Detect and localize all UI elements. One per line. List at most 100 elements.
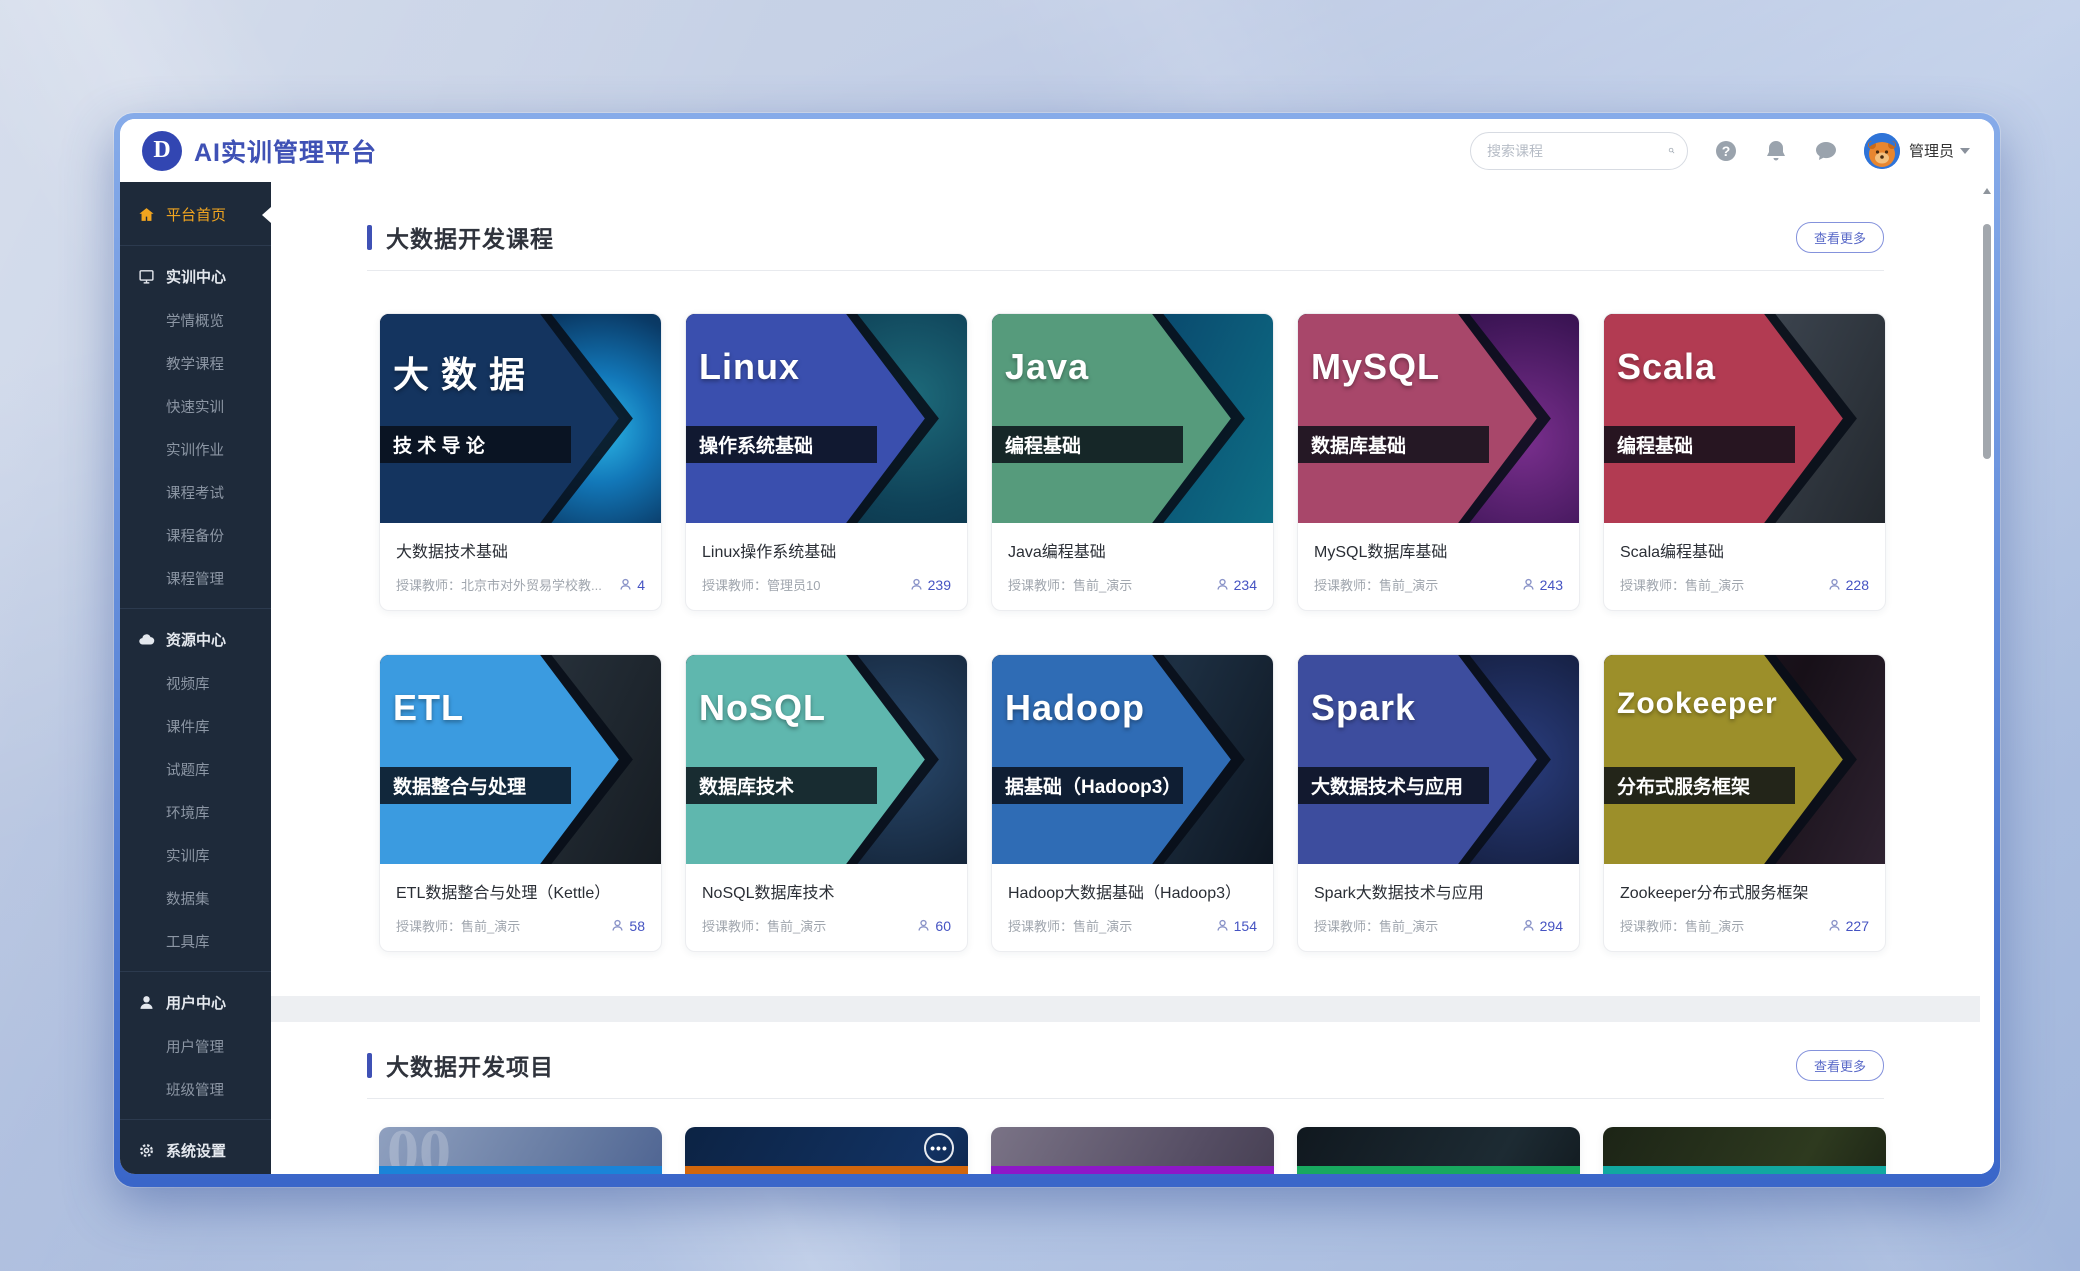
sidebar-item-jiaoxue[interactable]: 教学课程	[120, 342, 271, 385]
project-card[interactable]: 00 大数据开发案例	[379, 1127, 662, 1174]
course-cover-image: Linux 操作系统基础	[686, 314, 967, 523]
sidebar-item-huanjingku[interactable]: 环境库	[120, 791, 271, 834]
search-box[interactable]	[1470, 132, 1688, 170]
course-teacher: 授课教师：管理员10	[702, 575, 903, 594]
scroll-up-arrow-icon[interactable]	[1983, 188, 1991, 194]
cover-title: Zookeeper	[1617, 687, 1778, 721]
sidebar-group-resource-center[interactable]: 资源中心	[120, 617, 271, 662]
sidebar-item-kejianku[interactable]: 课件库	[120, 705, 271, 748]
sidebar-item-label: 课程考试	[166, 482, 224, 503]
project-banner: 大数据开发案例	[685, 1166, 968, 1174]
notification-bell-icon[interactable]	[1764, 139, 1788, 163]
sidebar-group-training-center[interactable]: 实训中心	[120, 254, 271, 299]
course-title: 大数据技术基础	[396, 538, 645, 562]
project-banner: 大数据开发案例	[379, 1166, 662, 1174]
course-teacher: 授课教师：售前_演示	[1008, 916, 1209, 935]
vertical-scrollbar[interactable]	[1980, 182, 1994, 1174]
course-card[interactable]: Java 编程基础 Java编程基础 授课教师：售前_演示 234	[991, 313, 1274, 611]
sidebar-divider	[120, 1119, 271, 1120]
project-card[interactable]: 大数据开发案例	[1603, 1127, 1886, 1174]
course-card[interactable]: NoSQL 数据库技术 NoSQL数据库技术 授课教师：售前_演示 60	[685, 654, 968, 952]
help-icon[interactable]: ?	[1714, 139, 1738, 163]
course-card[interactable]: Zookeeper 分布式服务框架 Zookeeper分布式服务框架 授课教师：…	[1603, 654, 1886, 952]
sidebar-item-beifen[interactable]: 课程备份	[120, 514, 271, 557]
course-title: MySQL数据库基础	[1314, 538, 1563, 562]
scrollbar-thumb[interactable]	[1983, 224, 1991, 459]
user-avatar[interactable]	[1864, 133, 1900, 169]
cover-subtitle: 大数据技术与应用	[1298, 767, 1489, 804]
course-cover-image: Java 编程基础	[992, 314, 1273, 523]
count-value: 228	[1846, 577, 1869, 593]
chevron-down-icon[interactable]	[1960, 148, 1970, 154]
project-banner: 大数据开发案例	[991, 1166, 1274, 1174]
sidebar-item-label: 课件库	[166, 716, 210, 737]
course-card[interactable]: Scala 编程基础 Scala编程基础 授课教师：售前_演示 228	[1603, 313, 1886, 611]
project-card[interactable]: ••• 大数据开发案例	[685, 1127, 968, 1174]
section-divider	[367, 270, 1884, 271]
cover-title: Scala	[1617, 346, 1716, 388]
student-count: 243	[1521, 577, 1563, 593]
sidebar-item-gongjuku[interactable]: 工具库	[120, 920, 271, 963]
cover-title: Hadoop	[1005, 687, 1145, 729]
view-more-button[interactable]: 查看更多	[1796, 1050, 1884, 1081]
course-title: Scala编程基础	[1620, 538, 1869, 562]
course-cover-image: Zookeeper 分布式服务框架	[1604, 655, 1885, 864]
sidebar-item-shipinku[interactable]: 视频库	[120, 662, 271, 705]
sidebar-item-home[interactable]: 平台首页	[120, 192, 271, 237]
sidebar-item-shixunku[interactable]: 实训库	[120, 834, 271, 877]
student-count: 60	[916, 918, 951, 934]
sidebar-item-yonghu[interactable]: 用户管理	[120, 1025, 271, 1068]
search-icon[interactable]	[1668, 141, 1675, 160]
student-count: 228	[1827, 577, 1869, 593]
section-title-bar	[367, 1053, 372, 1078]
cover-subtitle: 数据整合与处理	[380, 767, 571, 804]
course-card[interactable]: 大 数 据 技 术 导 论 大数据技术基础 授课教师：北京市对外贸易学校教...	[379, 313, 662, 611]
course-title: Linux操作系统基础	[702, 538, 951, 562]
sidebar-item-guanli[interactable]: 课程管理	[120, 557, 271, 600]
person-icon	[1215, 577, 1230, 592]
course-cover-image: Scala 编程基础	[1604, 314, 1885, 523]
sidebar-item-label: 工具库	[166, 931, 210, 952]
cover-subtitle: 分布式服务框架	[1604, 767, 1795, 804]
course-teacher: 授课教师：售前_演示	[702, 916, 910, 935]
course-card[interactable]: MySQL 数据库基础 MySQL数据库基础 授课教师：售前_演示 243	[1297, 313, 1580, 611]
cover-title: ETL	[393, 687, 464, 729]
project-card[interactable]: 大数据开发案例	[991, 1127, 1274, 1174]
sidebar-item-xueqing[interactable]: 学情概览	[120, 299, 271, 342]
sidebar-item-shujuji[interactable]: 数据集	[120, 877, 271, 920]
course-card[interactable]: ETL 数据整合与处理 ETL数据整合与处理（Kettle） 授课教师：售前_演…	[379, 654, 662, 952]
sidebar-item-label: 学情概览	[166, 310, 224, 331]
sidebar-item-kaoshi[interactable]: 课程考试	[120, 471, 271, 514]
cover-title: Spark	[1311, 687, 1416, 729]
sidebar-group-label: 资源中心	[166, 629, 226, 650]
count-value: 234	[1234, 577, 1257, 593]
sidebar-item-shitiku[interactable]: 试题库	[120, 748, 271, 791]
course-title: NoSQL数据库技术	[702, 879, 951, 903]
sidebar-item-kuaisu[interactable]: 快速实训	[120, 385, 271, 428]
count-value: 60	[935, 918, 951, 934]
course-cover-image: Spark 大数据技术与应用	[1298, 655, 1579, 864]
sidebar-item-banji[interactable]: 班级管理	[120, 1068, 271, 1111]
user-name[interactable]: 管理员	[1909, 140, 1954, 161]
view-more-button[interactable]: 查看更多	[1796, 222, 1884, 253]
course-card[interactable]: Hadoop 据基础（Hadoop3） Hadoop大数据基础（Hadoop3）…	[991, 654, 1274, 952]
course-card[interactable]: Spark 大数据技术与应用 Spark大数据技术与应用 授课教师：售前_演示	[1297, 654, 1580, 952]
section-title: 大数据开发项目	[386, 1048, 554, 1082]
person-icon	[1215, 918, 1230, 933]
cloud-icon	[138, 631, 155, 648]
ellipsis-icon[interactable]: •••	[924, 1133, 954, 1163]
count-value: 154	[1234, 918, 1257, 934]
sidebar-group-user-center[interactable]: 用户中心	[120, 980, 271, 1025]
project-card[interactable]: 大数据开发案例	[1297, 1127, 1580, 1174]
sidebar-group-label: 实训中心	[166, 266, 226, 287]
course-card[interactable]: Linux 操作系统基础 Linux操作系统基础 授课教师：管理员10 239	[685, 313, 968, 611]
project-grid: 00 大数据开发案例 ••• 大数据开发案例 大数据开发案例	[379, 1127, 1968, 1174]
sidebar-item-zuoye[interactable]: 实训作业	[120, 428, 271, 471]
browser-window-frame: D AI实训管理平台 ?	[114, 113, 2000, 1187]
home-icon	[138, 206, 155, 223]
course-title: Zookeeper分布式服务框架	[1620, 879, 1869, 903]
search-input[interactable]	[1487, 143, 1668, 159]
course-title: ETL数据整合与处理（Kettle）	[396, 879, 645, 903]
sidebar-group-system-settings[interactable]: 系统设置	[120, 1128, 271, 1173]
message-icon[interactable]	[1814, 139, 1838, 163]
